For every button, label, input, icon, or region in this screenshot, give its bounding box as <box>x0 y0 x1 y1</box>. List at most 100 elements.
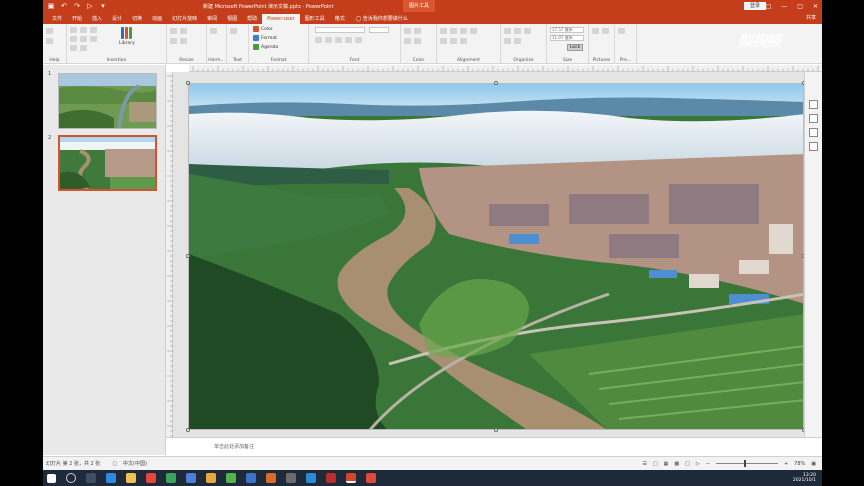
lock-aspect-button[interactable]: Lock <box>567 44 584 51</box>
align-top-icon[interactable] <box>470 28 477 34</box>
underline-icon[interactable] <box>335 37 342 43</box>
rotate-icon[interactable] <box>504 38 511 44</box>
insert-text-icon[interactable] <box>80 45 87 51</box>
undo-icon[interactable]: ↶ <box>60 2 68 10</box>
replace-picture-icon[interactable] <box>602 28 609 34</box>
shape-width-input[interactable]: 11.07 厘米 <box>550 35 584 41</box>
align-left-icon[interactable] <box>440 28 447 34</box>
fit-to-window-icon[interactable]: ▣ <box>811 461 816 467</box>
task-view-icon[interactable] <box>86 473 96 483</box>
zoom-slider[interactable] <box>715 460 778 467</box>
font-name-input[interactable] <box>315 27 365 33</box>
zoom-level[interactable]: 78% <box>794 461 805 467</box>
spellcheck-icon[interactable]: ▢ <box>112 461 117 467</box>
tab-help[interactable]: 帮助 <box>242 14 262 24</box>
selection-pane-icon[interactable] <box>809 142 818 151</box>
insert-icon-icon[interactable] <box>90 36 97 42</box>
normal-view-icon[interactable]: ▦ <box>664 461 669 467</box>
search-icon[interactable] <box>66 473 76 483</box>
app-icon-orange[interactable] <box>206 473 216 483</box>
resize-handle-tl[interactable] <box>186 81 190 85</box>
maximize-icon[interactable]: □ <box>797 3 803 10</box>
app-icon-green[interactable] <box>166 473 176 483</box>
distribute-h-icon[interactable] <box>440 38 447 44</box>
harmonize-icon[interactable] <box>210 28 217 34</box>
shape-height-input[interactable]: 17.57 厘米 <box>550 27 584 33</box>
font-color-icon[interactable] <box>355 37 362 43</box>
grid-icon[interactable] <box>460 38 467 44</box>
line-color-icon[interactable] <box>414 28 421 34</box>
tab-power-user[interactable]: Power-user <box>262 14 300 24</box>
tab-insert[interactable]: 插入 <box>87 14 107 24</box>
wechat-icon[interactable] <box>226 473 236 483</box>
eyedropper-icon[interactable] <box>414 38 421 44</box>
strikethrough-icon[interactable] <box>345 37 352 43</box>
format-button[interactable]: Format <box>253 35 277 41</box>
edge-browser-icon[interactable] <box>106 473 116 483</box>
slide-sorter-icon[interactable]: ▩ <box>674 461 679 467</box>
resize-icon[interactable] <box>170 28 177 34</box>
help-icon[interactable] <box>46 28 53 34</box>
slide-thumbnail-1[interactable] <box>58 73 157 129</box>
font-size-input[interactable] <box>369 27 389 33</box>
recording-app-icon[interactable] <box>366 473 376 483</box>
close-icon[interactable]: ✕ <box>813 3 818 10</box>
file-explorer-icon[interactable] <box>126 473 136 483</box>
same-size-icon[interactable] <box>180 28 187 34</box>
tab-review[interactable]: 审阅 <box>202 14 222 24</box>
align-center-icon[interactable] <box>450 28 457 34</box>
slide-thumbnail-2[interactable] <box>58 135 157 191</box>
notes-pane[interactable]: 单击此处添加备注 <box>166 437 822 456</box>
insert-table-icon[interactable] <box>80 27 87 33</box>
resize-handle-bl[interactable] <box>186 428 190 432</box>
format-pane-icon[interactable] <box>809 100 818 109</box>
fill-color-icon[interactable] <box>404 28 411 34</box>
horizontal-ruler[interactable] <box>189 65 822 72</box>
italic-icon[interactable] <box>325 37 332 43</box>
settings-icon[interactable] <box>46 38 53 44</box>
minimize-icon[interactable]: — <box>781 3 787 10</box>
insert-shape-icon[interactable] <box>70 27 77 33</box>
insert-picture-icon[interactable] <box>70 45 77 51</box>
app-icon-red[interactable] <box>146 473 156 483</box>
zoom-slider-thumb[interactable] <box>743 460 746 467</box>
bold-icon[interactable] <box>315 37 322 43</box>
flip-icon[interactable] <box>514 38 521 44</box>
reading-view-icon[interactable]: □ <box>685 461 690 467</box>
insert-map-icon[interactable] <box>70 36 77 42</box>
powerpoint-taskbar-icon[interactable] <box>346 473 356 483</box>
start-slideshow-icon[interactable]: ▷ <box>86 2 94 10</box>
comments-icon[interactable]: □ <box>653 461 658 467</box>
resize-handle-ml[interactable] <box>186 254 190 258</box>
text-color-icon[interactable] <box>404 38 411 44</box>
distribute-v-icon[interactable] <box>450 38 457 44</box>
start-icon[interactable] <box>47 473 56 483</box>
slideshow-view-icon[interactable]: ▷ <box>696 461 700 467</box>
save-icon[interactable]: ▣ <box>47 2 55 10</box>
tab-file[interactable]: 文件 <box>47 14 67 24</box>
language-indicator[interactable]: 中文(中国) <box>123 460 147 467</box>
current-slide[interactable] <box>188 83 804 430</box>
copy-format-icon[interactable] <box>809 114 818 123</box>
chrome-icon[interactable] <box>186 473 196 483</box>
vertical-ruler[interactable] <box>166 72 173 437</box>
customize-qat-icon[interactable]: ▾ <box>99 2 107 10</box>
tab-view[interactable]: 视图 <box>222 14 242 24</box>
tell-me-search[interactable]: ◯ 告诉我你想要做什么 <box>356 14 408 24</box>
redo-icon[interactable]: ↷ <box>73 2 81 10</box>
resize-handle-tm[interactable] <box>494 81 498 85</box>
app-icon-crimson[interactable] <box>326 473 336 483</box>
system-clock[interactable]: 13:20 2021/10/1 <box>793 473 816 483</box>
app-icon-blue[interactable] <box>246 473 256 483</box>
notes-toggle-icon[interactable]: ☰ <box>642 461 646 467</box>
presentation-icon[interactable] <box>618 28 625 34</box>
insert-flag-icon[interactable] <box>80 36 87 42</box>
design-ideas-icon[interactable] <box>809 128 818 137</box>
bring-forward-icon[interactable] <box>504 28 511 34</box>
tab-design[interactable]: 设计 <box>107 14 127 24</box>
tab-slideshow[interactable]: 幻灯片放映 <box>167 14 202 24</box>
tab-animations[interactable]: 动画 <box>147 14 167 24</box>
resize-handle-bm[interactable] <box>494 428 498 432</box>
library-button[interactable]: Library <box>119 27 135 46</box>
ribbon-display-icon[interactable]: □ <box>766 3 772 10</box>
